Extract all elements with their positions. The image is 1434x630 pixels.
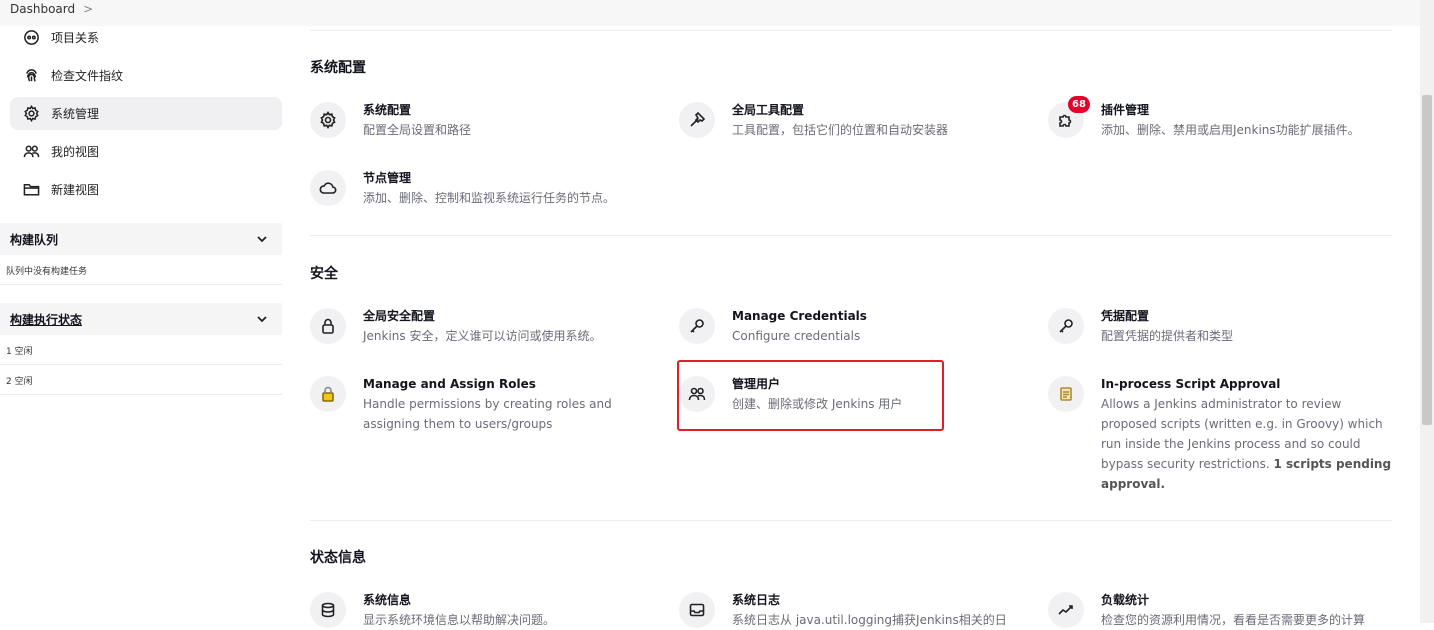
sidebar-item-relationship[interactable]: 项目关系 bbox=[10, 21, 282, 54]
key-icon bbox=[679, 308, 715, 344]
build-queue-empty: 队列中没有构建任务 bbox=[6, 267, 88, 277]
card-title: 负载统计 bbox=[1101, 593, 1150, 607]
card-desc-line: Handle permissions by creating roles and bbox=[363, 397, 612, 411]
card-desc: Configure credentials bbox=[732, 329, 861, 343]
card-desc: 显示系统环境信息以帮助解决问题。 bbox=[363, 613, 556, 627]
key-icon bbox=[1048, 308, 1084, 344]
card-desc-line: Allows a Jenkins administrator to review bbox=[1101, 397, 1342, 411]
build-queue-title: 构建队列 bbox=[10, 232, 59, 247]
pending-label: approval. bbox=[1101, 477, 1166, 491]
card-title: 插件管理 bbox=[1101, 103, 1150, 117]
relationship-icon bbox=[22, 29, 40, 47]
card-title: In-process Script Approval bbox=[1101, 377, 1281, 391]
pending-count: 1 scripts pending bbox=[1273, 457, 1392, 471]
card-desc: 添加、删除、禁用或启用Jenkins功能扩展插件。 bbox=[1101, 123, 1360, 137]
divider bbox=[0, 284, 282, 285]
card-title: Manage Credentials bbox=[732, 309, 867, 323]
card-desc: 配置全局设置和路径 bbox=[363, 123, 472, 137]
executors-header[interactable]: 构建执行状态 bbox=[0, 303, 282, 335]
executors-title[interactable]: 构建执行状态 bbox=[10, 311, 82, 328]
sidebar-item-label: 系统管理 bbox=[51, 107, 100, 121]
card-desc: Jenkins 安全，定义谁可以访问或使用系统。 bbox=[363, 329, 602, 343]
card-desc: Allows a Jenkins administrator to review… bbox=[1101, 394, 1391, 494]
sidebar-item-system-admin[interactable]: 系统管理 bbox=[10, 97, 282, 130]
divider bbox=[0, 364, 282, 365]
section-title-system-config: 系统配置 bbox=[310, 60, 366, 76]
breadcrumb-dashboard[interactable]: Dashboard bbox=[10, 2, 75, 16]
highlight-box bbox=[677, 360, 944, 431]
card-node-manager[interactable]: 节点管理 添加、删除、控制和监视系统运行任务的节点。 bbox=[310, 170, 655, 208]
sidebar-item-new-view[interactable]: 新建视图 bbox=[10, 173, 282, 206]
divider bbox=[0, 394, 282, 395]
sidebar-item-my-views[interactable]: 我的视图 bbox=[10, 135, 282, 168]
sidebar-item-fingerprint[interactable]: 检查文件指纹 bbox=[10, 59, 282, 92]
folder-icon bbox=[22, 181, 40, 199]
card-system-log[interactable]: 系统日志 系统日志从 java.util.logging捕获Jenkins相关的… bbox=[679, 592, 1024, 630]
card-title: 节点管理 bbox=[363, 171, 412, 185]
card-credential-config[interactable]: 凭据配置 配置凭据的提供者和类型 bbox=[1048, 308, 1393, 346]
breadcrumb-separator[interactable]: > bbox=[83, 2, 93, 16]
card-manage-credentials[interactable]: Manage Credentials Configure credentials bbox=[679, 308, 1024, 346]
card-global-tools[interactable]: 全局工具配置 工具配置，包括它们的位置和自动安装器 bbox=[679, 102, 1024, 140]
card-global-security[interactable]: 全局安全配置 Jenkins 安全，定义谁可以访问或使用系统。 bbox=[310, 308, 655, 346]
card-desc-line: approval. bbox=[1101, 474, 1391, 494]
card-title: 系统信息 bbox=[363, 593, 412, 607]
divider bbox=[310, 30, 1392, 31]
card-desc: Handle permissions by creating roles and… bbox=[363, 394, 612, 434]
chevron-down-icon[interactable] bbox=[256, 313, 268, 325]
card-manage-roles[interactable]: Manage and Assign Roles Handle permissio… bbox=[310, 376, 655, 434]
sidebar-item-label: 我的视图 bbox=[51, 145, 100, 159]
executor-row: 1 空闲 bbox=[6, 347, 33, 357]
card-title: 系统配置 bbox=[363, 103, 412, 117]
card-desc-line: run inside the Jenkins process and so co… bbox=[1101, 437, 1361, 451]
scrollbar-thumb[interactable] bbox=[1422, 95, 1432, 425]
build-queue-header[interactable]: 构建队列 bbox=[0, 223, 282, 255]
chevron-down-icon[interactable] bbox=[256, 233, 268, 245]
fingerprint-icon bbox=[22, 67, 40, 85]
card-desc-text: bypass security restrictions. bbox=[1101, 457, 1270, 471]
card-plugin-manager[interactable]: 68 插件管理 添加、删除、禁用或启用Jenkins功能扩展插件。 bbox=[1048, 96, 1393, 140]
divider bbox=[310, 520, 1392, 521]
executor-row: 2 空闲 bbox=[6, 377, 33, 387]
card-title: Manage and Assign Roles bbox=[363, 377, 536, 391]
card-load-stats[interactable]: 负载统计 检查您的资源利用情况，看看是否需要更多的计算 bbox=[1048, 592, 1393, 630]
gear-icon bbox=[310, 102, 346, 138]
hammer-icon bbox=[679, 102, 715, 138]
update-badge: 68 bbox=[1068, 96, 1090, 113]
card-desc: 添加、删除、控制和监视系统运行任务的节点。 bbox=[363, 191, 616, 205]
gear-icon bbox=[22, 105, 40, 123]
section-title-security: 安全 bbox=[310, 266, 338, 282]
puzzle-icon: 68 bbox=[1048, 96, 1090, 138]
card-title: 全局工具配置 bbox=[732, 103, 805, 117]
divider bbox=[310, 235, 1392, 236]
card-desc: 检查您的资源利用情况，看看是否需要更多的计算 bbox=[1101, 613, 1366, 627]
card-desc-line: bypass security restrictions. 1 scripts … bbox=[1101, 454, 1391, 474]
sidebar-item-label: 检查文件指纹 bbox=[51, 69, 124, 83]
card-title: 系统日志 bbox=[732, 593, 781, 607]
cloud-icon bbox=[310, 170, 346, 206]
sidebar-item-label: 新建视图 bbox=[51, 183, 100, 197]
card-title: 全局安全配置 bbox=[363, 309, 436, 323]
card-desc: 配置凭据的提供者和类型 bbox=[1101, 329, 1234, 343]
section-title-status: 状态信息 bbox=[310, 550, 366, 566]
padlock-yellow-icon bbox=[310, 376, 346, 412]
card-desc-line: assigning them to users/groups bbox=[363, 417, 553, 431]
people-icon bbox=[22, 143, 40, 161]
card-title: 凭据配置 bbox=[1101, 309, 1150, 323]
card-desc: 系统日志从 java.util.logging捕获Jenkins相关的日 bbox=[732, 613, 1007, 627]
card-system-config[interactable]: 系统配置 配置全局设置和路径 bbox=[310, 102, 655, 140]
card-system-info[interactable]: 系统信息 显示系统环境信息以帮助解决问题。 bbox=[310, 592, 655, 630]
card-script-approval[interactable]: In-process Script Approval Allows a Jenk… bbox=[1048, 376, 1393, 494]
breadcrumb: Dashboard > bbox=[10, 0, 93, 18]
lock-icon bbox=[310, 308, 346, 344]
notepad-icon bbox=[1048, 376, 1084, 412]
card-desc: 工具配置，包括它们的位置和自动安装器 bbox=[732, 123, 949, 137]
card-desc-line: proposed scripts (written e.g. in Groovy… bbox=[1101, 417, 1383, 431]
sidebar-item-label: 项目关系 bbox=[51, 31, 100, 45]
